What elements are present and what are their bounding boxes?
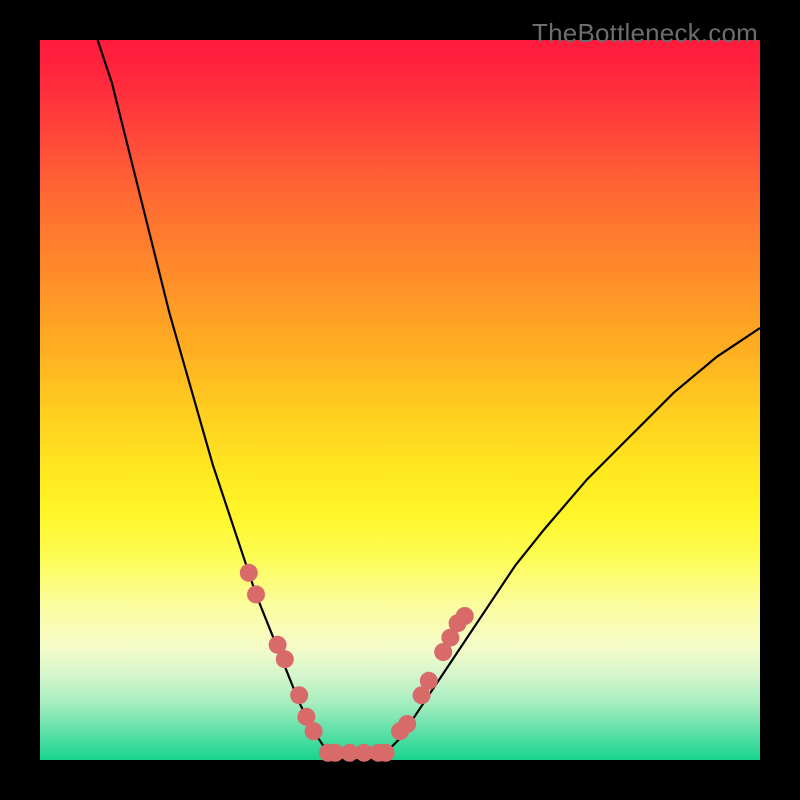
data-point-marker	[247, 585, 265, 603]
markers-group	[240, 564, 474, 762]
data-point-marker	[276, 650, 294, 668]
data-point-marker	[398, 715, 416, 733]
watermark-text: TheBottleneck.com	[532, 18, 758, 49]
chart-frame: TheBottleneck.com	[0, 0, 800, 800]
data-point-marker	[240, 564, 258, 582]
data-point-marker	[456, 607, 474, 625]
plot-area	[40, 40, 760, 760]
curve-svg	[40, 40, 760, 760]
data-point-marker	[290, 686, 308, 704]
data-point-marker	[305, 722, 323, 740]
data-point-marker	[377, 744, 395, 762]
bottleneck-curve	[98, 40, 760, 760]
data-point-marker	[420, 672, 438, 690]
